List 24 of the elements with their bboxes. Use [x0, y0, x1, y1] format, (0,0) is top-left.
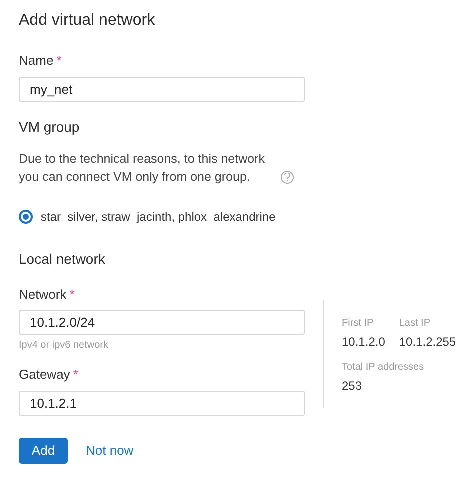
text-field[interactable]: 10.1.2.1 — [19, 390, 305, 416]
info-label: First IP — [342, 316, 375, 330]
info-value: 10.1.2.0 — [342, 334, 386, 350]
field-label: Name — [19, 52, 54, 70]
required-mark: * — [70, 286, 75, 304]
info-value: 10.1.2.255 — [399, 334, 456, 350]
section-heading: VM group — [19, 118, 81, 137]
option-label: star silver, straw jacinth, phlox alexandrine — [41, 208, 276, 226]
dialog-title: Add virtual network — [19, 11, 156, 31]
description-text: Due to the technical reasons, to this network you can connect VM only from one group. — [19, 150, 266, 186]
info-label: Last IP — [399, 316, 432, 330]
info-label: Total IP addresses — [342, 360, 426, 374]
text-field[interactable]: my_net — [19, 76, 305, 102]
add-button[interactable]: Add — [19, 438, 68, 464]
field-label: Network — [19, 286, 67, 304]
text-field[interactable]: 10.1.2.0/24 — [19, 310, 305, 335]
hint-text: Ipv4 or ipv6 network — [19, 339, 110, 353]
required-mark: * — [73, 366, 78, 384]
required-mark: * — [56, 52, 62, 70]
section-heading: Local network — [19, 250, 106, 268]
info-value: 253 — [342, 378, 364, 394]
radio-button[interactable] — [19, 210, 33, 224]
not-now-link[interactable]: Not now — [86, 440, 134, 460]
field-label: Gateway — [19, 366, 70, 384]
